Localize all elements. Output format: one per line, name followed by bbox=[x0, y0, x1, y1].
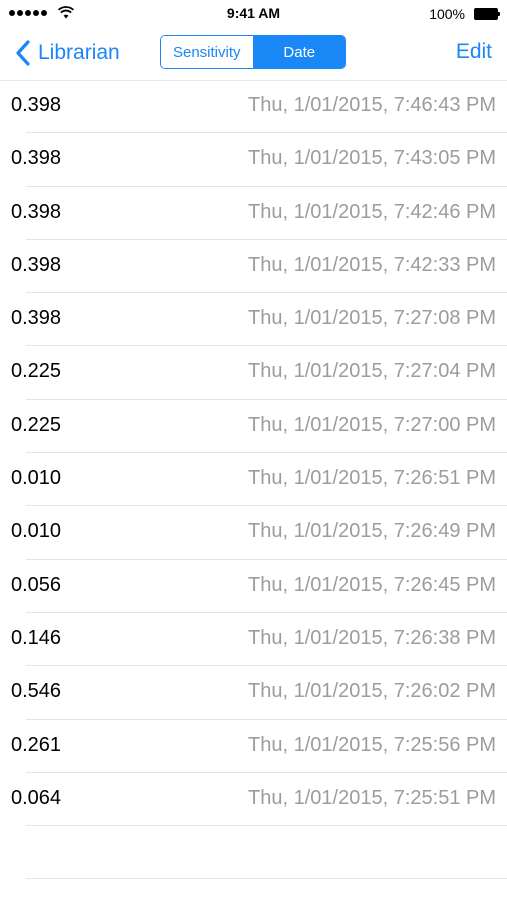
sensitivity-value: 0.010 bbox=[11, 520, 62, 543]
timestamp: Thu, 1/01/2015, 7:25:56 PM bbox=[248, 733, 496, 756]
results-list: 0.398 Thu, 1/01/2015, 7:46:43 PM 0.398 T… bbox=[0, 80, 507, 880]
sensitivity-value: 0.398 bbox=[11, 94, 62, 116]
list-item[interactable]: 0.146 Thu, 1/01/2015, 7:26:38 PM bbox=[0, 613, 507, 667]
list-item[interactable]: 0.261 Thu, 1/01/2015, 7:25:56 PM bbox=[0, 720, 507, 773]
list-item[interactable]: 0.010 Thu, 1/01/2015, 7:26:49 PM bbox=[0, 506, 507, 560]
sensitivity-value: 0.261 bbox=[11, 733, 62, 756]
battery-icon bbox=[474, 8, 500, 20]
sort-segmented-control: Sensitivity Date bbox=[160, 35, 346, 69]
timestamp: Thu, 1/01/2015, 7:42:33 PM bbox=[248, 253, 496, 276]
sensitivity-value: 0.056 bbox=[11, 573, 62, 596]
timestamp: Thu, 1/01/2015, 7:26:49 PM bbox=[248, 520, 496, 543]
timestamp: Thu, 1/01/2015, 7:26:51 PM bbox=[248, 467, 496, 490]
sensitivity-value: 0.546 bbox=[11, 680, 62, 703]
segment-sensitivity[interactable]: Sensitivity bbox=[161, 36, 254, 68]
back-button[interactable]: Librarian bbox=[14, 38, 120, 68]
sensitivity-value: 0.064 bbox=[11, 786, 62, 809]
sensitivity-value: 0.398 bbox=[11, 307, 62, 330]
list-item[interactable]: 0.064 Thu, 1/01/2015, 7:25:51 PM bbox=[0, 773, 507, 827]
timestamp: Thu, 1/01/2015, 7:27:00 PM bbox=[248, 413, 496, 436]
sensitivity-value: 0.398 bbox=[11, 147, 62, 170]
timestamp: Thu, 1/01/2015, 7:43:05 PM bbox=[248, 147, 496, 170]
list-item[interactable]: 0.398 Thu, 1/01/2015, 7:46:43 PM bbox=[0, 80, 507, 134]
segment-date[interactable]: Date bbox=[253, 36, 345, 68]
sensitivity-value: 0.225 bbox=[11, 413, 62, 436]
navigation-bar: Librarian Sensitivity Date Edit bbox=[0, 28, 507, 81]
timestamp: Thu, 1/01/2015, 7:46:43 PM bbox=[248, 94, 496, 116]
battery-percentage: 100% bbox=[429, 6, 465, 22]
sensitivity-value: 0.146 bbox=[11, 626, 62, 649]
timestamp: Thu, 1/01/2015, 7:25:51 PM bbox=[248, 786, 496, 809]
sensitivity-value: 0.010 bbox=[11, 467, 62, 490]
row-separator bbox=[26, 878, 507, 880]
back-button-label: Librarian bbox=[38, 41, 120, 64]
list-item[interactable]: 0.546 Thu, 1/01/2015, 7:26:02 PM bbox=[0, 666, 507, 720]
timestamp: Thu, 1/01/2015, 7:26:38 PM bbox=[248, 626, 496, 649]
sensitivity-value: 0.225 bbox=[11, 360, 62, 383]
list-item[interactable]: 0.225 Thu, 1/01/2015, 7:27:04 PM bbox=[0, 346, 507, 400]
list-item[interactable]: 0.398 Thu, 1/01/2015, 7:42:33 PM bbox=[0, 240, 507, 294]
chevron-left-icon bbox=[16, 40, 30, 66]
timestamp: Thu, 1/01/2015, 7:42:46 PM bbox=[248, 200, 496, 223]
list-item[interactable]: 0.225 Thu, 1/01/2015, 7:27:00 PM bbox=[0, 400, 507, 454]
empty-list-row bbox=[0, 826, 507, 880]
list-item[interactable]: 0.398 Thu, 1/01/2015, 7:43:05 PM bbox=[0, 133, 507, 187]
list-item[interactable]: 0.398 Thu, 1/01/2015, 7:27:08 PM bbox=[0, 293, 507, 347]
list-item[interactable]: 0.010 Thu, 1/01/2015, 7:26:51 PM bbox=[0, 453, 507, 507]
sensitivity-value: 0.398 bbox=[11, 253, 62, 276]
timestamp: Thu, 1/01/2015, 7:27:08 PM bbox=[248, 307, 496, 330]
list-item[interactable]: 0.398 Thu, 1/01/2015, 7:42:46 PM bbox=[0, 187, 507, 240]
timestamp: Thu, 1/01/2015, 7:26:45 PM bbox=[248, 573, 496, 596]
timestamp: Thu, 1/01/2015, 7:27:04 PM bbox=[248, 360, 496, 383]
status-bar: 9:41 AM 100% bbox=[0, 0, 507, 28]
edit-button[interactable]: Edit bbox=[456, 40, 492, 64]
timestamp: Thu, 1/01/2015, 7:26:02 PM bbox=[248, 680, 496, 703]
sensitivity-value: 0.398 bbox=[11, 200, 62, 223]
list-item[interactable]: 0.056 Thu, 1/01/2015, 7:26:45 PM bbox=[0, 560, 507, 613]
